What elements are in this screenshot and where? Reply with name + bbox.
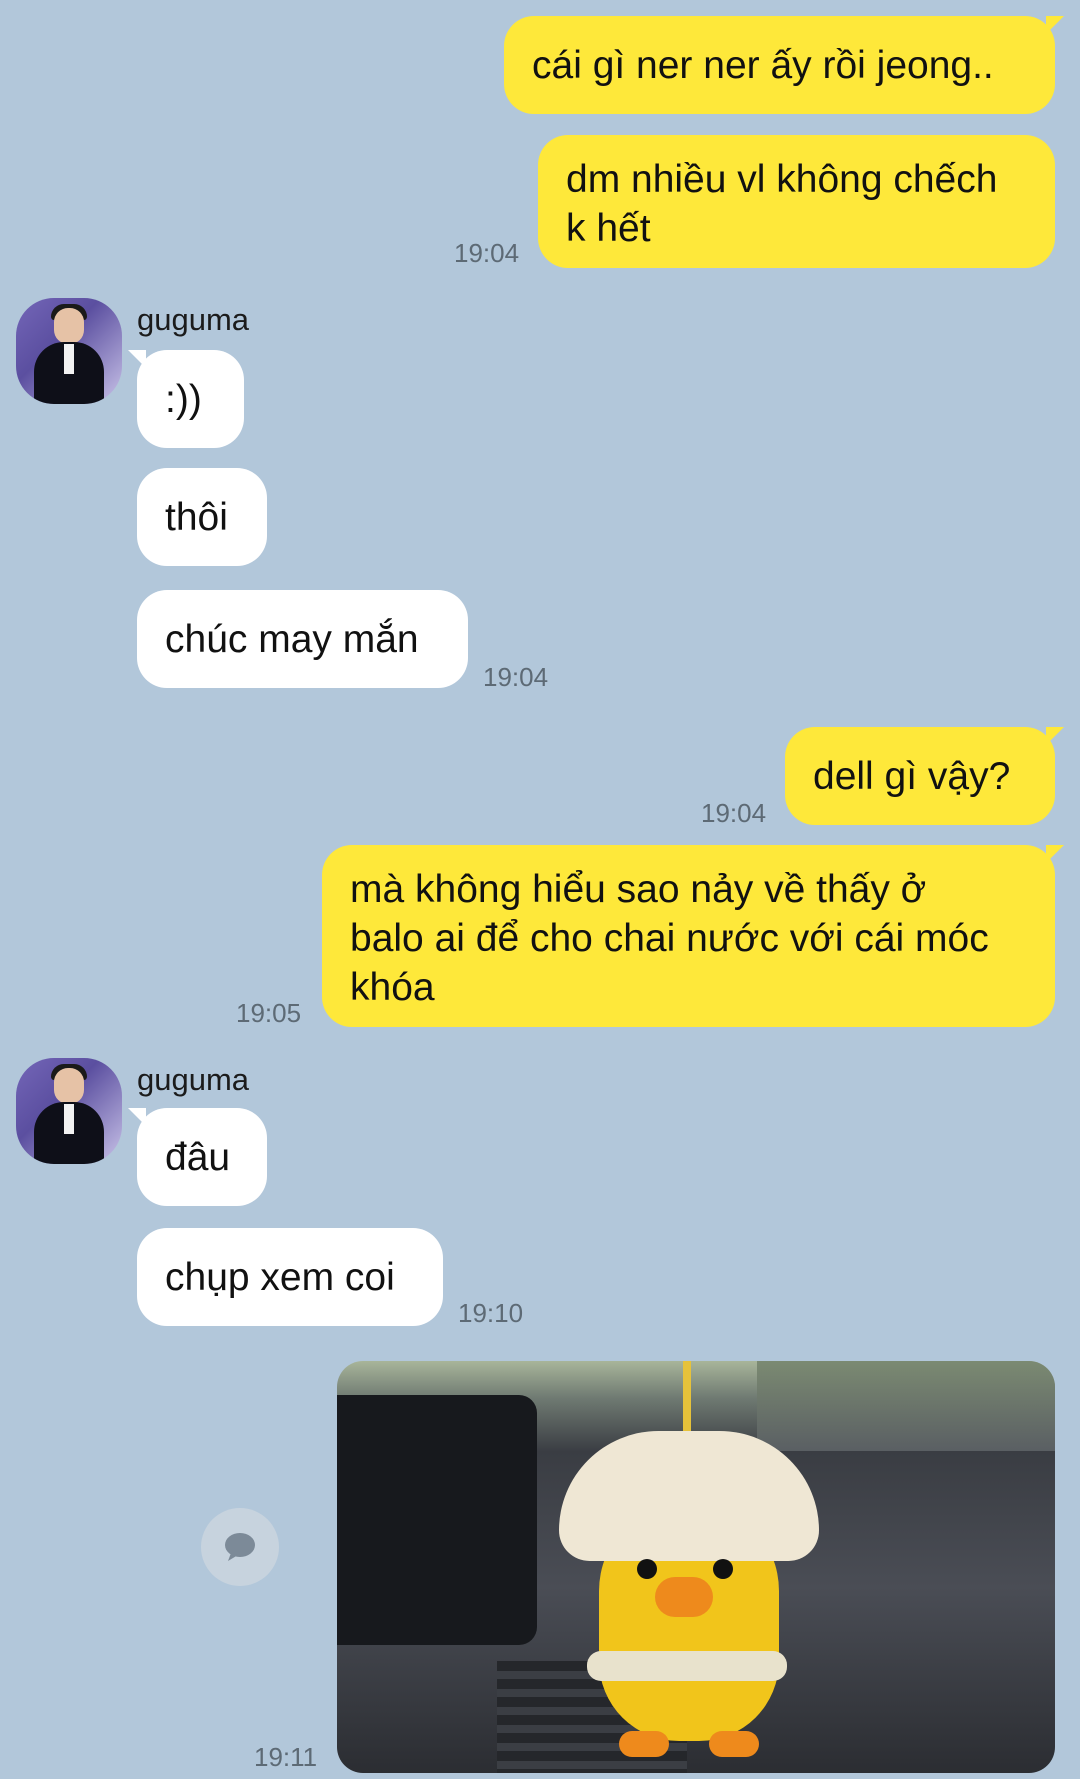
- crochet-duck-keychain-photo[interactable]: [337, 1361, 1055, 1773]
- message-bubble-outgoing[interactable]: mà không hiểu sao nảy về thấy ở balo ai …: [322, 845, 1055, 1027]
- message-timestamp: 19:04: [701, 798, 767, 828]
- message-timestamp: 19:10: [458, 1298, 524, 1328]
- message-text-line: dm nhiều vl không chếch: [566, 158, 998, 201]
- speech-bubble-icon[interactable]: [201, 1508, 279, 1586]
- message-timestamp: 19:11: [254, 1742, 318, 1772]
- speech-bubble-glyph: [225, 1533, 255, 1561]
- message-timestamp: 19:04: [483, 662, 549, 692]
- bubble-tail: [1046, 845, 1064, 863]
- message-timestamp: 19:05: [236, 998, 302, 1028]
- message-text: thôi: [165, 495, 228, 539]
- message-text: dell gì vậy?: [813, 754, 1011, 798]
- bubble-tail: [1046, 727, 1064, 745]
- message-text-line: khóa: [350, 966, 435, 1009]
- message-bubble-incoming[interactable]: chụp xem coi: [137, 1228, 443, 1326]
- message-text: đâu: [165, 1135, 231, 1179]
- message-text-line: mà không hiểu sao nảy về thấy ở: [350, 868, 927, 911]
- message-bubble-outgoing[interactable]: dm nhiều vl không chếch k hết: [538, 135, 1055, 268]
- message-bubble-outgoing[interactable]: dell gì vậy?: [785, 727, 1055, 825]
- sender-name: guguma: [137, 302, 250, 337]
- bubble-tail: [1046, 16, 1064, 34]
- message-bubble-incoming[interactable]: chúc may mắn: [137, 590, 468, 688]
- message-bubble-incoming[interactable]: đâu: [137, 1108, 267, 1206]
- message-bubble-incoming[interactable]: thôi: [137, 468, 267, 566]
- message-bubble-outgoing[interactable]: cái gì ner ner ấy rồi jeong..: [504, 16, 1055, 114]
- message-text-line: balo ai để cho chai nước với cái móc: [350, 917, 989, 960]
- sender-name: guguma: [137, 1062, 250, 1097]
- message-text: cái gì ner ner ấy rồi jeong..: [532, 43, 994, 87]
- avatar[interactable]: [16, 298, 122, 404]
- message-text-line: k hết: [566, 207, 651, 250]
- message-timestamp: 19:04: [454, 238, 520, 268]
- message-text: chúc may mắn: [165, 617, 419, 661]
- message-text: chụp xem coi: [165, 1255, 395, 1299]
- message-text: :)): [165, 377, 202, 421]
- avatar[interactable]: [16, 1058, 122, 1164]
- message-bubble-incoming[interactable]: :)): [137, 350, 244, 448]
